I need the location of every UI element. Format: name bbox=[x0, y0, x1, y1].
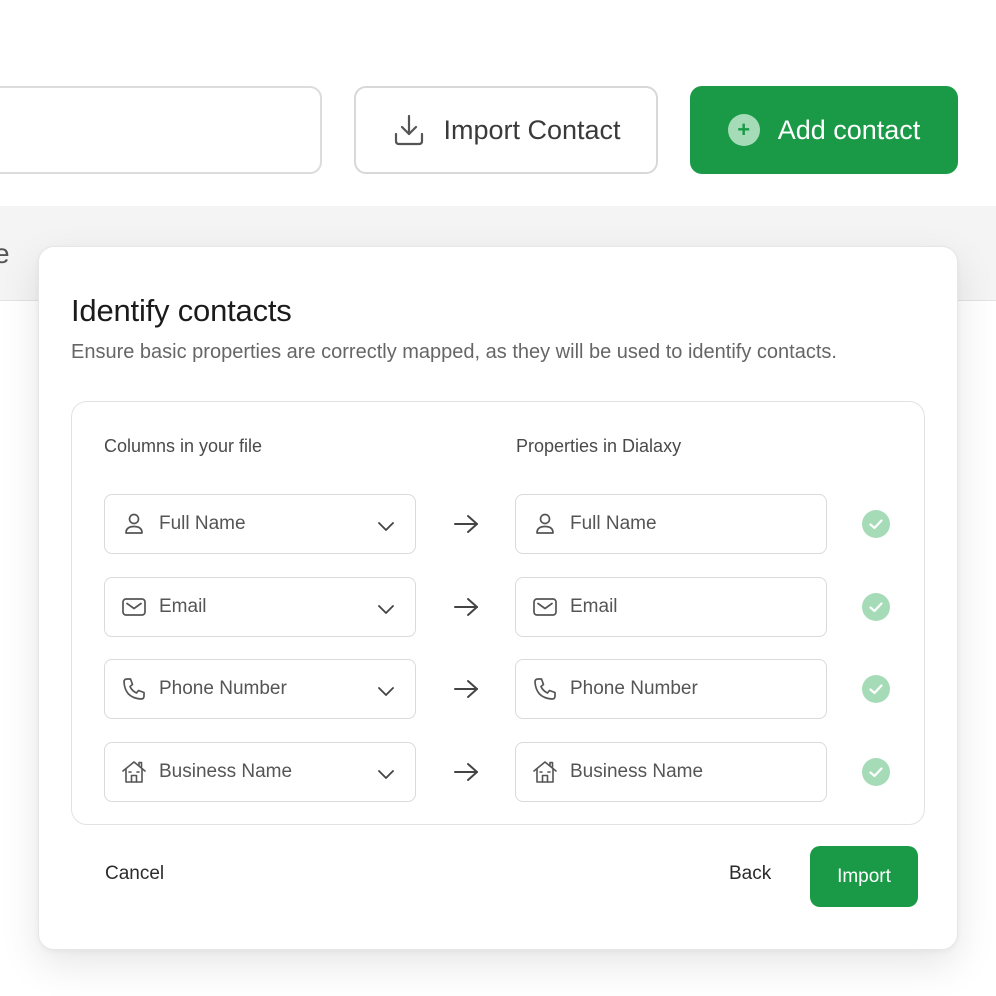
phone-icon bbox=[123, 678, 145, 700]
background-partial-text: e bbox=[0, 238, 10, 269]
property-field-email: Email bbox=[515, 577, 827, 637]
plus-circle-icon: + bbox=[727, 114, 760, 146]
mapping-row-full-name: Full Name Full Name bbox=[72, 494, 924, 554]
mapping-row-business-name: Business Name Business Name bbox=[72, 742, 924, 802]
check-circle-icon bbox=[862, 510, 890, 538]
chevron-down-icon bbox=[378, 770, 394, 779]
user-icon bbox=[536, 513, 554, 534]
check-circle-icon bbox=[862, 675, 890, 703]
property-label: Full Name bbox=[570, 513, 657, 534]
property-field-business-name: Business Name bbox=[515, 742, 827, 802]
add-contact-button[interactable]: + Add contact bbox=[690, 86, 958, 174]
chevron-down-icon bbox=[378, 522, 394, 531]
property-field-full-name: Full Name bbox=[515, 494, 827, 554]
column-select-phone-number[interactable]: Phone Number bbox=[104, 659, 416, 719]
business-icon bbox=[122, 761, 146, 783]
mapping-panel: Columns in your file Properties in Diala… bbox=[71, 401, 925, 825]
import-button[interactable]: Import bbox=[810, 846, 918, 907]
back-button[interactable]: Back bbox=[729, 863, 771, 885]
chevron-down-icon bbox=[378, 605, 394, 614]
identify-contacts-modal: Identify contacts Ensure basic propertie… bbox=[38, 246, 958, 950]
user-icon bbox=[125, 513, 143, 534]
columns-header: Columns in your file bbox=[104, 436, 263, 456]
column-label: Phone Number bbox=[159, 678, 287, 699]
mapping-row-phone-number: Phone Number Phone Number bbox=[72, 659, 924, 719]
phone-icon bbox=[534, 678, 556, 700]
mapping-row-email: Email Email bbox=[72, 577, 924, 637]
mail-icon bbox=[533, 598, 557, 616]
check-circle-icon bbox=[862, 758, 890, 786]
chevron-down-icon bbox=[378, 687, 394, 696]
import-contact-button[interactable]: Import Contact bbox=[354, 86, 658, 174]
arrow-right-icon bbox=[454, 598, 478, 616]
arrow-right-icon bbox=[454, 680, 478, 698]
modal-subtitle: Ensure basic properties are correctly ma… bbox=[71, 341, 837, 363]
column-label: Email bbox=[159, 596, 207, 617]
column-label: Full Name bbox=[159, 513, 246, 534]
column-select-business-name[interactable]: Business Name bbox=[104, 742, 416, 802]
property-field-phone-number: Phone Number bbox=[515, 659, 827, 719]
add-contact-label: Add contact bbox=[777, 114, 921, 145]
search-input[interactable] bbox=[0, 86, 322, 174]
property-label: Phone Number bbox=[570, 678, 698, 699]
column-select-email[interactable]: Email bbox=[104, 577, 416, 637]
download-icon bbox=[395, 114, 424, 146]
import-contact-label: Import Contact bbox=[443, 114, 621, 145]
business-icon bbox=[533, 761, 557, 783]
property-label: Email bbox=[570, 596, 618, 617]
check-circle-icon bbox=[862, 593, 890, 621]
property-label: Business Name bbox=[570, 761, 704, 782]
column-label: Business Name bbox=[159, 761, 293, 782]
cancel-button[interactable]: Cancel bbox=[105, 863, 164, 885]
column-select-full-name[interactable]: Full Name bbox=[104, 494, 416, 554]
properties-header: Properties in Dialaxy bbox=[516, 436, 682, 456]
arrow-right-icon bbox=[454, 763, 478, 781]
mail-icon bbox=[122, 598, 146, 616]
arrow-right-icon bbox=[454, 515, 478, 533]
modal-title: Identify contacts bbox=[71, 293, 292, 328]
